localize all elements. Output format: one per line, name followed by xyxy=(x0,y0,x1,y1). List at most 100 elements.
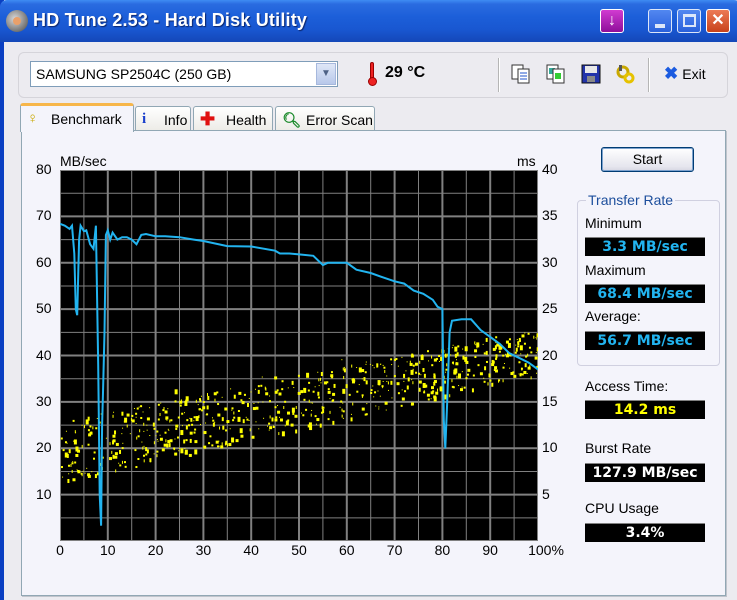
access-time-point xyxy=(126,413,130,417)
access-time-point xyxy=(445,371,447,373)
access-time-point xyxy=(341,414,343,418)
access-time-point xyxy=(168,429,170,431)
close-button[interactable]: ✕ xyxy=(706,9,730,33)
access-time-point xyxy=(456,362,458,364)
save-icon[interactable] xyxy=(580,63,602,85)
access-time-point xyxy=(456,375,458,379)
access-time-point xyxy=(72,419,75,422)
access-time-point xyxy=(214,421,216,423)
access-time-point xyxy=(375,405,377,407)
access-time-point xyxy=(476,347,478,349)
access-time-point xyxy=(466,373,469,376)
access-time-point xyxy=(439,386,443,392)
access-time-point xyxy=(405,370,407,372)
access-time-point xyxy=(383,366,386,369)
access-time-point xyxy=(535,352,537,354)
access-time-point xyxy=(181,412,184,415)
access-time-point xyxy=(133,407,135,409)
access-time-point xyxy=(119,449,122,454)
access-time-point xyxy=(274,376,278,380)
access-time-point xyxy=(212,417,214,419)
access-time-point xyxy=(510,372,514,376)
access-time-point xyxy=(200,395,202,397)
access-time-point xyxy=(136,436,138,440)
access-time-point xyxy=(241,401,245,405)
access-time-point xyxy=(463,386,466,389)
access-time-point xyxy=(225,429,228,432)
tab-label: Info xyxy=(164,112,188,128)
minimize-button[interactable] xyxy=(648,9,672,33)
tab-benchmark[interactable]: ♀ Benchmark xyxy=(20,103,134,132)
access-time-point xyxy=(140,405,143,408)
tab-error-scan[interactable]: 🔍︎ Error Scan xyxy=(275,106,375,131)
access-time-point xyxy=(149,407,151,409)
access-time-point xyxy=(237,409,240,412)
start-button[interactable]: Start xyxy=(601,147,694,172)
access-time-point xyxy=(438,354,441,357)
access-time-point xyxy=(524,363,527,368)
drive-select[interactable]: SAMSUNG SP2504C (250 GB) ▼ xyxy=(30,61,338,87)
y-tick-label: 30 xyxy=(36,392,52,409)
access-time-point xyxy=(217,413,221,417)
access-time-point xyxy=(152,422,155,427)
maximize-icon xyxy=(683,14,696,27)
access-time-point xyxy=(491,382,494,387)
access-time-point xyxy=(88,476,90,478)
tab-health[interactable]: ✚ Health xyxy=(193,106,273,131)
access-time-point xyxy=(255,421,257,423)
access-time-point xyxy=(82,470,84,472)
access-time-point xyxy=(403,380,405,382)
copy-screenshot-icon[interactable] xyxy=(545,63,567,85)
access-time-point xyxy=(517,342,519,344)
maximize-button[interactable] xyxy=(677,9,701,33)
access-time-point xyxy=(135,416,137,418)
access-time-point xyxy=(454,346,458,352)
access-time-point xyxy=(312,390,315,393)
access-time-point xyxy=(433,383,436,386)
access-time-point xyxy=(81,424,83,426)
exit-button[interactable]: ✖ Exit xyxy=(664,64,706,84)
access-time-point xyxy=(189,438,192,443)
access-time-point xyxy=(265,392,269,396)
access-time-point xyxy=(372,385,374,387)
access-time-point xyxy=(378,408,380,410)
access-time-point xyxy=(167,428,169,430)
access-time-point xyxy=(369,363,371,365)
access-time-point xyxy=(137,435,140,438)
access-time-point xyxy=(326,381,329,384)
access-time-point xyxy=(199,399,202,402)
access-time-point xyxy=(312,402,314,404)
access-time-point xyxy=(194,449,198,455)
access-time-point xyxy=(461,371,463,373)
access-time-point xyxy=(310,413,312,417)
drive-select-value: SAMSUNG SP2504C (250 GB) xyxy=(36,66,232,82)
copy-text-icon[interactable] xyxy=(510,63,532,85)
access-time-point xyxy=(390,380,393,385)
access-time-point xyxy=(89,425,92,428)
access-time-point xyxy=(505,353,507,355)
tab-info[interactable]: i Info xyxy=(135,106,191,131)
chevron-down-icon[interactable]: ▼ xyxy=(316,63,336,85)
access-time-point xyxy=(114,455,118,459)
access-time-point xyxy=(278,392,282,396)
x-tick-label: 10 xyxy=(100,542,116,558)
access-time-point xyxy=(307,424,311,428)
access-time-point xyxy=(301,412,303,414)
options-icon[interactable] xyxy=(614,63,636,85)
title-bar[interactable]: HD Tune 2.53 - Hard Disk Utility ↓ ✕ xyxy=(0,0,737,42)
access-time-point xyxy=(426,350,429,353)
access-time-point xyxy=(170,419,173,422)
access-time-point xyxy=(365,361,367,363)
access-time-point xyxy=(427,398,430,401)
access-time-point xyxy=(146,424,148,426)
access-time-point xyxy=(269,395,271,397)
access-time-point xyxy=(239,428,243,434)
access-time-point xyxy=(523,370,527,374)
access-time-point xyxy=(410,354,414,358)
access-time-point xyxy=(203,431,207,435)
download-button[interactable]: ↓ xyxy=(600,9,624,33)
access-time-point xyxy=(122,427,124,429)
access-time-point xyxy=(263,417,265,419)
access-time-point xyxy=(308,399,310,403)
access-time-point xyxy=(260,384,263,387)
